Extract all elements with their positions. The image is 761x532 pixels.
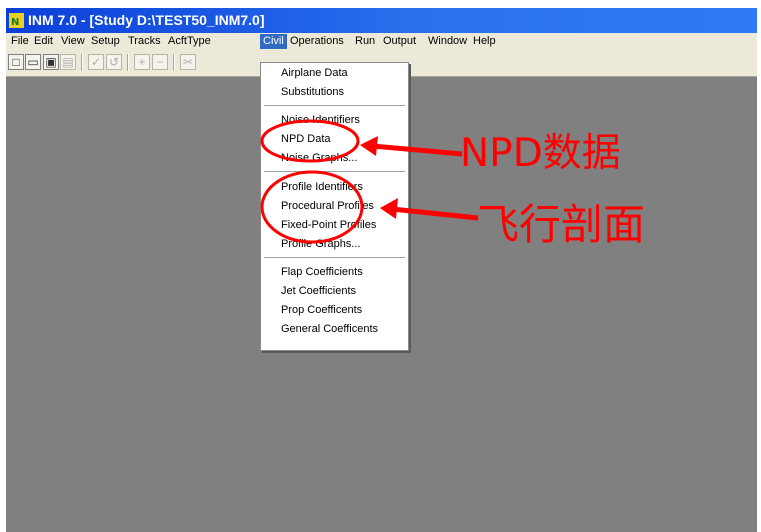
npd-highlight-ellipse	[260, 119, 360, 163]
profile-arrow-head-icon	[380, 198, 398, 219]
profile-annotation-label: 飞行剖面	[477, 200, 646, 249]
annotation-overlay	[260, 119, 479, 244]
npd-arrow	[371, 143, 463, 157]
profile-highlight-ellipse	[260, 170, 364, 244]
npd-arrow-head-icon	[360, 136, 378, 156]
npd-annotation-label: NPD数据	[460, 131, 621, 176]
profile-arrow	[391, 206, 479, 221]
